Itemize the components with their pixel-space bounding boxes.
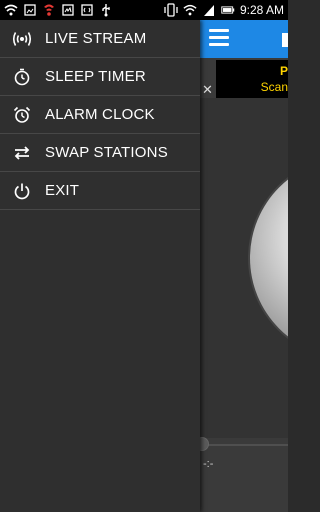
menu-item-exit[interactable]: EXIT — [0, 172, 200, 210]
menu-label-swap-stations: SWAP STATIONS — [45, 144, 168, 161]
menu-item-sleep-timer[interactable]: SLEEP TIMER — [0, 58, 200, 96]
bug-icon — [42, 3, 56, 17]
menu-icon[interactable] — [209, 29, 229, 47]
header-logo-fragment — [282, 33, 288, 47]
screen: 9:28 AM P Scan ✕ -:- LIVE STREAM SLEEP T… — [0, 0, 288, 512]
menu-label-alarm-clock: ALARM CLOCK — [45, 106, 155, 123]
timer-icon — [12, 67, 32, 87]
signal-icon — [202, 3, 216, 17]
ad-banner[interactable]: P Scan — [216, 60, 288, 98]
clock-time: 9:28 AM — [239, 3, 284, 17]
player-time: -:- — [203, 458, 214, 470]
swap-icon — [12, 143, 32, 163]
gallery-icon — [23, 3, 37, 17]
vibrate-icon — [164, 3, 178, 17]
menu-label-sleep-timer: SLEEP TIMER — [45, 68, 146, 85]
image-icon — [61, 3, 75, 17]
usb-icon — [99, 3, 113, 17]
power-icon — [12, 181, 32, 201]
menu-label-exit: EXIT — [45, 182, 80, 199]
seekbar-line — [205, 444, 288, 446]
battery-icon — [221, 3, 235, 17]
broadcast-icon — [12, 29, 32, 49]
status-bar: 9:28 AM — [0, 0, 288, 20]
navigation-drawer: LIVE STREAM SLEEP TIMER ALARM CLOCK SWAP… — [0, 20, 200, 512]
menu-item-live-stream[interactable]: LIVE STREAM — [0, 20, 200, 58]
alarm-icon — [12, 105, 32, 125]
code-icon — [80, 3, 94, 17]
menu-item-alarm-clock[interactable]: ALARM CLOCK — [0, 96, 200, 134]
ad-close-icon[interactable]: ✕ — [202, 83, 214, 97]
disc-artwork — [250, 158, 288, 358]
ad-text-line2: Scan — [260, 80, 288, 94]
menu-item-swap-stations[interactable]: SWAP STATIONS — [0, 134, 200, 172]
wifi-icon — [4, 3, 18, 17]
player-area — [200, 98, 288, 438]
ad-text-line1: P — [279, 64, 288, 78]
wifi-signal-icon — [183, 3, 197, 17]
menu-label-live-stream: LIVE STREAM — [45, 30, 147, 47]
